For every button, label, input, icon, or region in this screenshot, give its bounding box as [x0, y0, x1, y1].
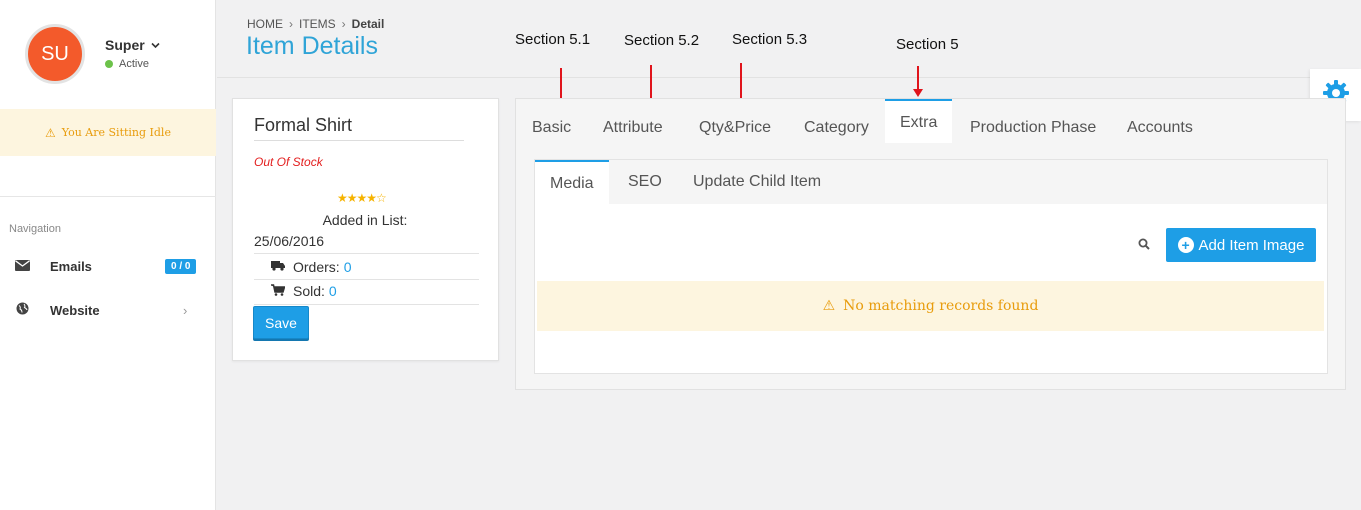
- chevron-right-icon: ›: [183, 302, 188, 318]
- tab-qty-price[interactable]: Qty&Price: [699, 112, 771, 143]
- tab-category[interactable]: Category: [804, 112, 869, 143]
- product-card: Formal Shirt Out Of Stock ★★★★☆ Added in…: [232, 98, 499, 361]
- annotation-label: Section 5.3: [732, 31, 808, 48]
- divider: [254, 140, 464, 141]
- sold-value[interactable]: 0: [329, 283, 337, 299]
- idle-banner: ⚠ You Are Sitting Idle: [0, 109, 216, 156]
- add-item-image-label: Add Item Image: [1198, 236, 1305, 254]
- orders-value[interactable]: 0: [344, 259, 352, 275]
- nav-heading: Navigation: [9, 223, 61, 235]
- sidebar-item-label: Website: [50, 302, 100, 318]
- item-tabs-panel: Basic Attribute Qty&Price Category Extra…: [515, 98, 1346, 390]
- add-item-image-button[interactable]: + Add Item Image: [1166, 228, 1316, 262]
- added-date: 25/06/2016: [254, 233, 325, 249]
- globe-icon: [13, 302, 31, 318]
- sold-label: Sold:: [293, 283, 325, 299]
- truck-icon: [271, 260, 287, 274]
- sidebar: SU Super Active ⚠ You Are Sitting Idle N…: [0, 0, 216, 510]
- user-menu[interactable]: Super: [105, 37, 160, 53]
- breadcrumb-separator: ›: [341, 17, 346, 31]
- user-status-label: Active: [119, 58, 149, 70]
- emails-count-badge: 0 / 0: [165, 258, 197, 274]
- stock-status: Out Of Stock: [254, 155, 323, 169]
- sidebar-item-website[interactable]: Website ›: [0, 298, 216, 322]
- subtab-update-child-item[interactable]: Update Child Item: [693, 160, 821, 204]
- product-name: Formal Shirt: [254, 115, 353, 135]
- tab-accounts[interactable]: Accounts: [1127, 112, 1193, 143]
- tab-attribute[interactable]: Attribute: [603, 112, 663, 143]
- plus-circle-icon: +: [1177, 237, 1194, 253]
- idle-banner-text: You Are Sitting Idle: [61, 126, 171, 139]
- orders-label: Orders:: [293, 259, 340, 275]
- orders-stat: Orders: 0: [271, 259, 351, 275]
- avatar[interactable]: SU: [25, 24, 85, 84]
- annotation-label: Section 5.2: [624, 32, 700, 49]
- sidebar-item-emails[interactable]: Emails 0 / 0: [0, 254, 216, 278]
- save-button[interactable]: Save: [253, 306, 309, 339]
- cart-icon: [271, 283, 287, 299]
- empty-state-text: No matching records found: [843, 298, 1039, 314]
- tab-production-phase[interactable]: Production Phase: [970, 112, 1096, 143]
- breadcrumb-items[interactable]: ITEMS: [299, 17, 336, 31]
- envelope-icon: [13, 259, 31, 274]
- annotation-arrow: [913, 66, 923, 97]
- breadcrumb-current: Detail: [351, 17, 385, 31]
- sidebar-divider: [0, 196, 216, 197]
- chevron-down-icon: [151, 41, 160, 52]
- page-title: Item Details: [246, 32, 378, 60]
- sub-tab-bar: Media SEO Update Child Item: [535, 160, 1327, 205]
- empty-state-alert: ⚠ No matching records found: [537, 281, 1324, 331]
- user-name: Super: [105, 37, 145, 53]
- sold-stat: Sold: 0: [271, 283, 337, 299]
- tab-extra[interactable]: Extra: [885, 99, 953, 143]
- added-label: Added in List:: [322, 212, 408, 228]
- subtab-seo[interactable]: SEO: [628, 160, 662, 204]
- sidebar-item-label: Emails: [50, 258, 92, 274]
- tab-basic[interactable]: Basic: [532, 112, 571, 143]
- rating-stars: ★★★★☆: [337, 191, 387, 205]
- warning-icon: ⚠: [822, 298, 836, 314]
- warning-icon: ⚠: [45, 125, 56, 140]
- breadcrumb: HOME › ITEMS › Detail: [247, 17, 388, 31]
- breadcrumb-separator: ›: [289, 17, 293, 31]
- annotation-label: Section 5.1: [515, 31, 591, 48]
- breadcrumb-home[interactable]: HOME: [247, 17, 283, 31]
- divider: [254, 304, 479, 305]
- extra-tab-content: Media SEO Update Child Item + Add Item I…: [534, 159, 1328, 374]
- annotation-label: Section 5: [896, 36, 959, 53]
- divider: [254, 279, 479, 280]
- user-status: Active: [105, 58, 149, 70]
- search-icon[interactable]: [1138, 237, 1150, 255]
- status-dot: [105, 60, 113, 68]
- subtab-media[interactable]: Media: [535, 160, 609, 205]
- divider: [254, 253, 479, 254]
